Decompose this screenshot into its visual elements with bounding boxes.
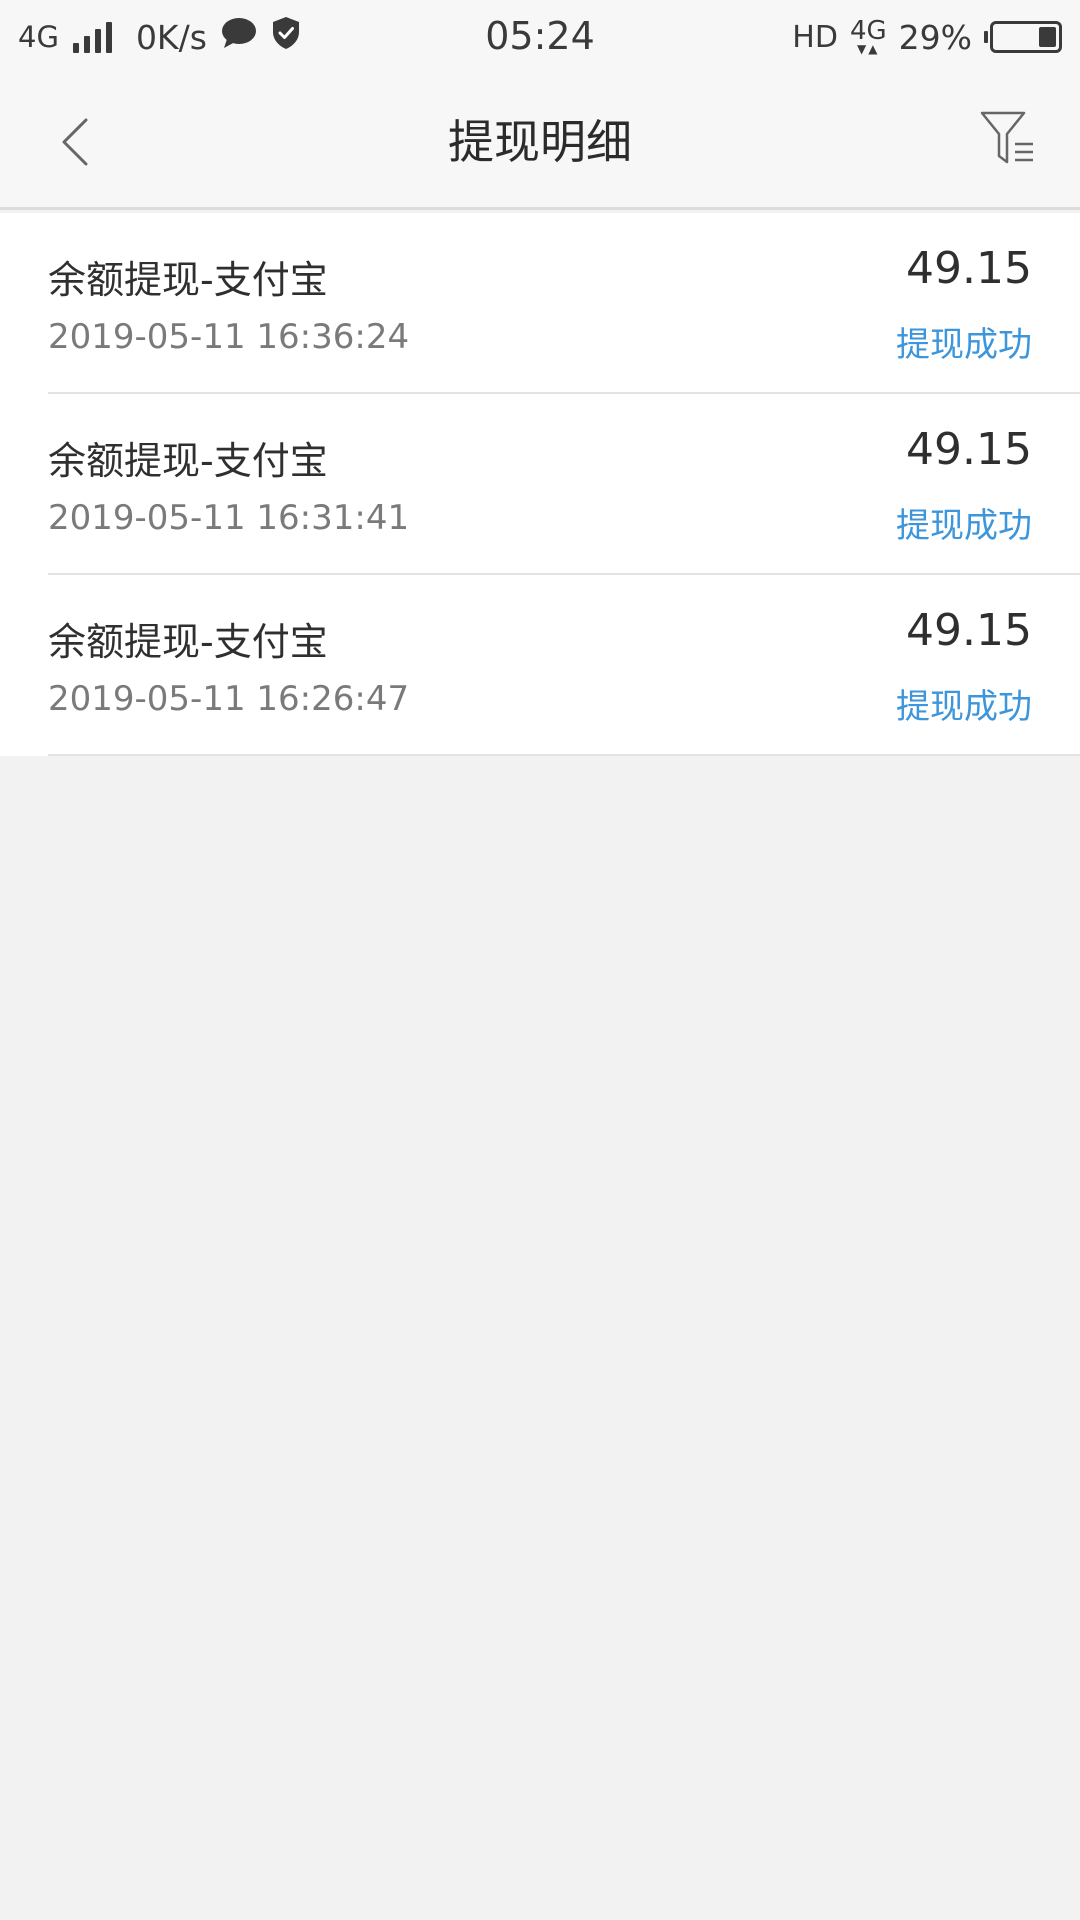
record-amount: 49.15	[906, 605, 1032, 656]
record-status: 提现成功	[896, 687, 1032, 727]
record-amount: 49.15	[906, 424, 1032, 475]
record-time: 2019-05-11 16:31:41	[48, 498, 410, 538]
record-status: 提现成功	[896, 506, 1032, 546]
record-title: 余额提现-支付宝	[48, 258, 328, 302]
record-title: 余额提现-支付宝	[48, 620, 328, 664]
battery-body	[990, 21, 1062, 53]
record-amount: 49.15	[906, 243, 1032, 294]
record-row[interactable]: 余额提现-支付宝 2019-05-11 16:36:24 49.15 提现成功	[0, 213, 1080, 394]
record-status: 提现成功	[896, 325, 1032, 365]
filter-button[interactable]	[978, 104, 1038, 174]
battery-fill	[1039, 27, 1056, 47]
status-bar: 4G 0K/s 05:24 HD 4G ▼▲ 29%	[0, 0, 1080, 74]
page-title: 提现明细	[448, 115, 632, 169]
record-row[interactable]: 余额提现-支付宝 2019-05-11 16:26:47 49.15 提现成功	[0, 575, 1080, 756]
battery-icon	[984, 21, 1062, 53]
record-row[interactable]: 余额提现-支付宝 2019-05-11 16:31:41 49.15 提现成功	[0, 394, 1080, 575]
filter-icon	[980, 111, 1033, 164]
record-time: 2019-05-11 16:26:47	[48, 679, 410, 719]
nav-bar: 提现明细	[0, 74, 1080, 210]
withdrawal-record-list: 余额提现-支付宝 2019-05-11 16:36:24 49.15 提现成功 …	[0, 213, 1080, 756]
record-title: 余额提现-支付宝	[48, 439, 328, 483]
clock: 05:24	[485, 14, 595, 58]
record-time: 2019-05-11 16:36:24	[48, 317, 410, 357]
